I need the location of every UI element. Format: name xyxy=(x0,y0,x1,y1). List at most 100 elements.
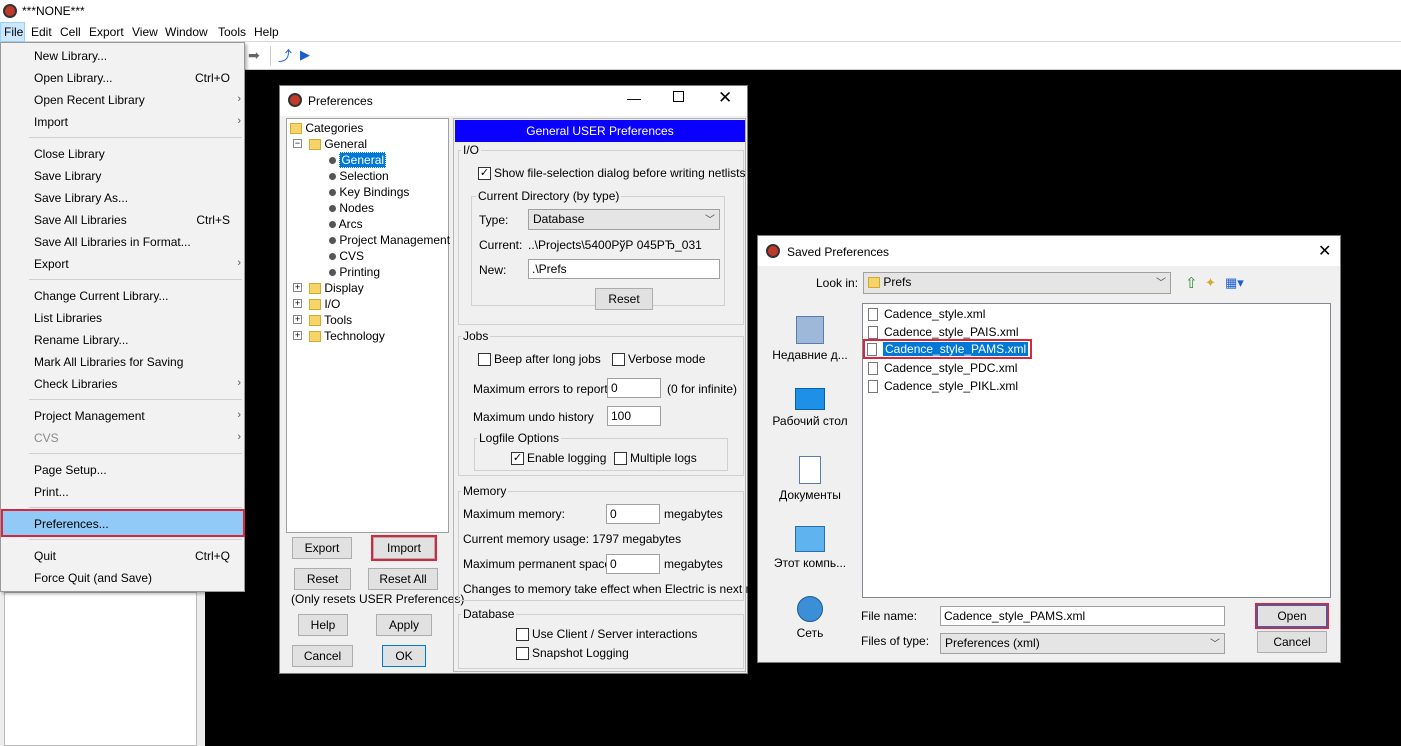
cancel-button[interactable]: Cancel xyxy=(1257,631,1327,653)
place-documents[interactable]: Документы xyxy=(771,456,849,516)
menu-item-force-quit[interactable]: Force Quit (and Save) xyxy=(34,571,152,591)
menu-cell[interactable]: Cell xyxy=(60,25,81,39)
max-undo-input[interactable]: 100 xyxy=(607,406,661,426)
snapshot-checkbox[interactable] xyxy=(516,647,529,660)
expand-icon[interactable]: + xyxy=(293,283,302,292)
explorer-tree[interactable] xyxy=(4,592,197,746)
menu-item-change-library[interactable]: Change Current Library... xyxy=(34,289,169,309)
expand-icon[interactable]: + xyxy=(293,315,302,324)
menu-item-save-library-as[interactable]: Save Library As... xyxy=(34,191,128,211)
max-errors-input[interactable]: 0 xyxy=(607,378,661,398)
file-item[interactable]: Cadence_style_PAIS.xml xyxy=(868,325,1019,340)
beep-checkbox[interactable] xyxy=(478,353,491,366)
file-name-input[interactable]: Cadence_style_PAMS.xml xyxy=(940,606,1225,626)
export-button[interactable]: Export xyxy=(292,537,352,559)
expand-icon[interactable]: + xyxy=(293,299,302,308)
menu-item-new-library[interactable]: New Library... xyxy=(34,49,107,69)
multiple-logs-checkbox[interactable] xyxy=(614,452,627,465)
menu-item-save-all-format[interactable]: Save All Libraries in Format... xyxy=(34,235,191,255)
menu-edit[interactable]: Edit xyxy=(31,25,52,39)
place-recent[interactable]: Недавние д... xyxy=(771,316,849,376)
help-button[interactable]: Help xyxy=(298,614,348,636)
show-dialog-checkbox[interactable]: ✓ xyxy=(478,167,491,180)
io-reset-button[interactable]: Reset xyxy=(595,288,653,310)
file-list[interactable]: Cadence_style.xml Cadence_style_PAIS.xml… xyxy=(862,303,1331,598)
wire-icon[interactable]: ⤴ xyxy=(278,46,292,66)
menu-export[interactable]: Export xyxy=(89,25,124,39)
file-item[interactable]: Cadence_style_PIKL.xml xyxy=(868,379,1018,394)
tree-item-project-management[interactable]: Project Management xyxy=(329,233,450,247)
place-computer[interactable]: Этот компь... xyxy=(771,526,849,586)
menu-item-save-library[interactable]: Save Library xyxy=(34,169,101,189)
menu-item-mark-all[interactable]: Mark All Libraries for Saving xyxy=(34,355,183,375)
up-folder-icon[interactable]: ⇧ xyxy=(1185,274,1198,292)
file-item-selected[interactable]: Cadence_style_PAMS.xml xyxy=(862,338,1033,360)
tree-general-folder[interactable]: General xyxy=(309,137,367,151)
tree-item-printing[interactable]: Printing xyxy=(329,265,380,279)
menu-window[interactable]: Window xyxy=(165,25,208,39)
tree-item-arcs[interactable]: Arcs xyxy=(329,217,363,231)
import-button[interactable]: Import xyxy=(371,535,437,561)
tree-root[interactable]: Categories xyxy=(290,121,363,135)
max-memory-input[interactable]: 0 xyxy=(606,504,660,524)
menu-item-save-all[interactable]: Save All Libraries Ctrl+S xyxy=(34,213,230,233)
tree-item-general[interactable]: General xyxy=(329,152,387,168)
file-type-dropdown[interactable]: Preferences (xml) ﹀ xyxy=(940,633,1225,654)
ok-button[interactable]: OK xyxy=(382,645,426,667)
place-network[interactable]: Сеть xyxy=(771,596,849,656)
menu-item-export[interactable]: Export › xyxy=(34,257,244,277)
play-icon[interactable]: ▶ xyxy=(300,47,310,63)
maximize-icon[interactable] xyxy=(673,91,684,102)
menu-item-close-library[interactable]: Close Library xyxy=(34,147,105,167)
menu-item-cvs[interactable]: CVS › xyxy=(34,431,244,451)
reset-button[interactable]: Reset xyxy=(294,568,351,590)
menu-item-import[interactable]: Import › xyxy=(34,115,244,135)
menu-help[interactable]: Help xyxy=(254,25,279,39)
apply-button[interactable]: Apply xyxy=(376,614,432,636)
menu-item-rename-library[interactable]: Rename Library... xyxy=(34,333,128,353)
verbose-checkbox[interactable] xyxy=(612,353,625,366)
type-dropdown[interactable]: Database ﹀ xyxy=(528,209,720,230)
bullet-icon xyxy=(329,189,336,196)
new-folder-icon[interactable]: ✦ xyxy=(1205,275,1216,291)
menu-item-open-library[interactable]: Open Library... Ctrl+O xyxy=(34,71,230,91)
tree-technology[interactable]: Technology xyxy=(309,329,385,343)
new-dir-input[interactable]: .\Prefs xyxy=(528,259,720,279)
minimize-icon[interactable]: — xyxy=(627,90,641,106)
view-menu-icon[interactable]: ▦▾ xyxy=(1225,275,1244,291)
menu-view[interactable]: View xyxy=(132,25,158,39)
menu-item-page-setup[interactable]: Page Setup... xyxy=(34,463,107,483)
look-in-dropdown[interactable]: Prefs ﹀ xyxy=(863,272,1171,294)
tree-item-nodes[interactable]: Nodes xyxy=(329,201,374,215)
reset-all-button[interactable]: Reset All xyxy=(368,568,438,590)
open-button[interactable]: Open xyxy=(1255,603,1329,629)
menu-item-quit[interactable]: Quit Ctrl+Q xyxy=(34,549,230,569)
cancel-button[interactable]: Cancel xyxy=(292,645,353,667)
tree-display[interactable]: Display xyxy=(309,281,364,295)
menu-tools[interactable]: Tools xyxy=(218,25,246,39)
close-icon[interactable]: ✕ xyxy=(718,88,732,108)
place-desktop[interactable]: Рабочий стол xyxy=(771,388,849,448)
categories-tree[interactable]: Categories − General General Selection K… xyxy=(286,118,450,533)
client-server-checkbox[interactable] xyxy=(516,628,529,641)
forward-arrow-icon[interactable]: ➡ xyxy=(248,47,260,64)
file-item[interactable]: Cadence_style_PDC.xml xyxy=(868,361,1017,376)
tree-item-cvs[interactable]: CVS xyxy=(329,249,364,263)
max-perm-input[interactable]: 0 xyxy=(606,554,660,574)
expand-icon[interactable]: + xyxy=(293,331,302,340)
tree-io[interactable]: I/O xyxy=(309,297,340,311)
enable-logging-checkbox[interactable]: ✓ xyxy=(511,452,524,465)
menu-item-preferences[interactable]: Preferences... xyxy=(34,517,109,537)
menu-item-print[interactable]: Print... xyxy=(34,485,69,505)
menu-item-open-recent[interactable]: Open Recent Library › xyxy=(34,93,244,113)
tree-tools[interactable]: Tools xyxy=(309,313,352,327)
tree-item-selection[interactable]: Selection xyxy=(329,169,389,183)
menu-item-project-management[interactable]: Project Management › xyxy=(34,409,244,429)
close-icon[interactable]: ✕ xyxy=(1318,241,1331,261)
menu-item-list-libraries[interactable]: List Libraries xyxy=(34,311,102,331)
tree-item-key-bindings[interactable]: Key Bindings xyxy=(329,185,409,199)
menu-file[interactable]: File xyxy=(0,22,25,42)
file-item[interactable]: Cadence_style.xml xyxy=(868,307,985,322)
menu-item-check-libraries[interactable]: Check Libraries › xyxy=(34,377,244,397)
collapse-icon[interactable]: − xyxy=(293,139,302,148)
